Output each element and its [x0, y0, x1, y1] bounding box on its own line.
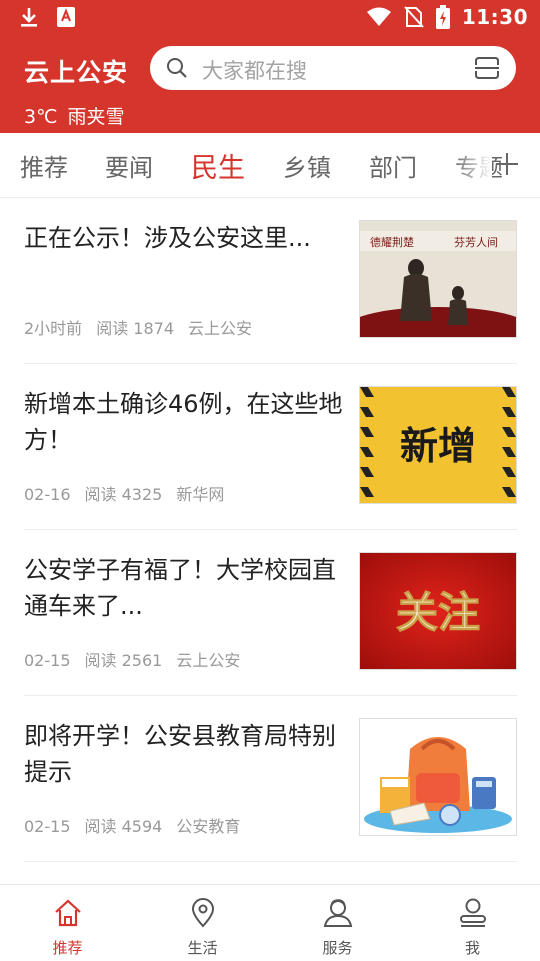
article-meta: 02-15 阅读 2561 云上公安: [24, 647, 254, 671]
tab-headlines[interactable]: 要闻: [105, 148, 153, 183]
category-tabs: 推荐 要闻 民生 乡镇 部门 专题: [0, 133, 540, 198]
tab-recommend[interactable]: 推荐: [20, 148, 68, 183]
no-sim-icon: [404, 6, 424, 28]
app-notification-icon: [57, 7, 75, 27]
article-item[interactable]: 新增本土确诊46例，在这些地方！ 02-16 阅读 4325 新华网 新增: [24, 364, 517, 530]
article-meta: 02-15 阅读 4594 公安教育: [24, 813, 254, 837]
search-icon: [167, 58, 187, 78]
tab-livelihood[interactable]: 民生: [191, 146, 245, 185]
weather-temp: 3℃: [24, 106, 58, 128]
article-title: 新增本土确诊46例，在这些地方！: [24, 390, 343, 454]
nav-service[interactable]: 服务: [270, 885, 405, 961]
nav-recommend[interactable]: 推荐: [0, 885, 135, 961]
article-source: 公安教育: [176, 817, 241, 836]
article-title: 公安学子有福了！大学校园直通车来了...: [24, 556, 336, 620]
nav-label: 推荐: [52, 939, 83, 957]
search-placeholder: 大家都在搜: [202, 59, 307, 83]
article-meta: 02-16 阅读 4325 新华网: [24, 481, 238, 505]
search-bar[interactable]: 大家都在搜: [150, 46, 516, 90]
article-thumbnail: 新增: [359, 386, 517, 504]
school-supplies-image: [360, 719, 516, 835]
article-item[interactable]: 公安学子有福了！大学校园直通车来了... 02-15 阅读 2561 云上公安 关注: [24, 530, 517, 696]
profile-icon: [460, 898, 486, 927]
thumb-text: 新增: [400, 424, 476, 468]
statue-image: 德耀荆楚 芬芳人间: [360, 221, 516, 337]
article-title: 正在公示！涉及公安这里...: [24, 224, 311, 252]
article-reads: 阅读 2561: [84, 651, 163, 670]
thumb-caption-left: 德耀荆楚: [370, 235, 414, 249]
tab-fade: [452, 133, 492, 197]
wifi-icon: [366, 7, 391, 26]
article-time: 02-15: [24, 817, 71, 836]
weather: 3℃ 雨夹雪: [24, 102, 134, 129]
nav-me[interactable]: 我: [405, 885, 540, 961]
thumb-caption-right: 芬芳人间: [454, 235, 498, 249]
service-person-icon: [323, 899, 353, 927]
article-thumbnail: 关注: [359, 552, 517, 670]
article-title: 即将开学！公安县教育局特别提示: [24, 722, 336, 786]
article-time: 2小时前: [24, 319, 83, 338]
article-reads: 阅读 4325: [84, 485, 163, 504]
new-cases-banner-image: 新增: [360, 387, 516, 503]
location-pin-icon: [191, 898, 215, 928]
article-thumbnail: 德耀荆楚 芬芳人间: [359, 220, 517, 338]
nav-life[interactable]: 生活: [135, 885, 270, 961]
article-source: 新华网: [176, 485, 225, 504]
article-item[interactable]: 即将开学！公安县教育局特别提示 02-15 阅读 4594 公安教育: [24, 696, 517, 862]
article-meta: 2小时前 阅读 1874 云上公安: [24, 315, 266, 339]
tab-towns[interactable]: 乡镇: [283, 148, 331, 183]
article-thumbnail: [359, 718, 517, 836]
article-item[interactable]: 正在公示！涉及公安这里... 2小时前 阅读 1874 云上公安 德耀荆楚 芬芳人间: [24, 198, 517, 364]
battery-charging-icon: [435, 5, 450, 29]
article-reads: 阅读 1874: [96, 319, 174, 338]
app-title: 云上公安: [24, 58, 129, 87]
status-bar: 11:30: [0, 0, 540, 36]
attention-banner-image: 关注: [360, 553, 516, 669]
nav-label: 我: [464, 939, 480, 957]
article-source: 云上公安: [176, 651, 241, 670]
add-tab-icon[interactable]: [496, 153, 518, 175]
status-time: 11:30: [461, 5, 528, 29]
header: 11:30 云上公安 大家都在搜 3℃ 雨夹雪: [0, 0, 540, 133]
article-time: 02-15: [24, 651, 71, 670]
tab-departments[interactable]: 部门: [369, 148, 417, 183]
scan-icon[interactable]: [474, 56, 500, 80]
article-reads: 阅读 4594: [84, 817, 163, 836]
thumb-text: 关注: [396, 588, 480, 637]
nav-label: 服务: [322, 939, 353, 957]
bottom-nav: 推荐 生活 服务 我: [0, 884, 540, 961]
home-icon: [55, 899, 81, 927]
article-time: 02-16: [24, 485, 71, 504]
article-source: 云上公安: [188, 319, 253, 338]
download-icon: [21, 8, 37, 27]
nav-label: 生活: [187, 939, 218, 957]
weather-desc: 雨夹雪: [67, 106, 125, 128]
